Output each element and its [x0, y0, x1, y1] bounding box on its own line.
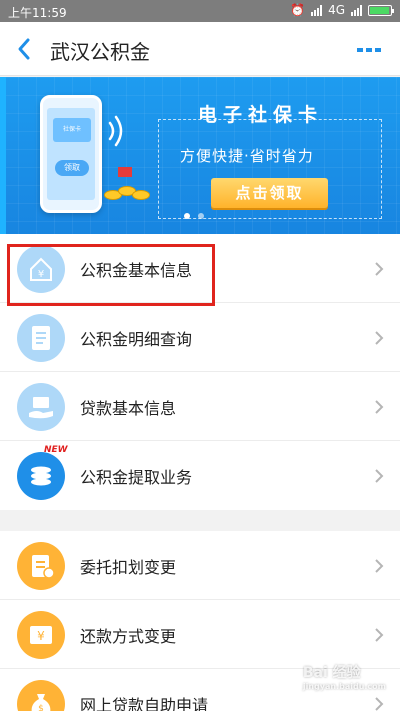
hand-money-icon [17, 383, 65, 431]
carousel-dot [198, 213, 204, 219]
nfc-waves-icon [108, 115, 123, 147]
svg-text:¥: ¥ [37, 629, 45, 643]
chevron-right-icon [375, 628, 384, 642]
chevron-right-icon [375, 559, 384, 573]
menu-item-label: 委托扣划变更 [80, 558, 177, 577]
chevron-right-icon [375, 469, 384, 483]
coins-illustration [104, 182, 152, 202]
coins-stack-icon [17, 452, 65, 500]
menu-item-fund-withdrawal[interactable]: NEW 公积金提取业务 [0, 441, 400, 510]
banner-title: 电子社保卡 [198, 104, 324, 126]
menu-item-loan-basic-info[interactable]: 贷款基本信息 [0, 372, 400, 441]
more-icon[interactable] [356, 40, 382, 60]
banner-subtitle: 方便快捷·省时省力 [180, 147, 314, 165]
nav-bar: 武汉公积金 [0, 22, 400, 76]
chevron-right-icon [375, 331, 384, 345]
signal-icon [311, 4, 323, 16]
yuan-card-icon: ¥ [17, 611, 65, 659]
status-bar: 上午11:59 ⏰ 4G [0, 0, 400, 22]
chevron-right-icon [375, 697, 384, 711]
menu-item-fund-detail-query[interactable]: 公积金明细查询 [0, 303, 400, 372]
menu-item-label: 公积金明细查询 [80, 330, 193, 349]
banner-edge-stripe [0, 77, 6, 234]
baidu-watermark: Bai 经验 jingyan.baidu.com [302, 665, 386, 691]
carousel-dot-active [184, 213, 190, 219]
carousel-dots [184, 213, 204, 219]
medical-kit-illustration [118, 167, 132, 177]
form-edit-icon [17, 542, 65, 590]
phone-card: 社保卡 [53, 118, 91, 142]
status-time: 上午11:59 [8, 6, 67, 20]
highlight-box [7, 244, 215, 306]
menu-item-label: 还款方式变更 [80, 627, 177, 646]
document-icon [17, 314, 65, 362]
back-arrow-icon[interactable] [12, 34, 40, 64]
menu-item-label: 公积金提取业务 [80, 468, 193, 487]
chevron-right-icon [375, 262, 384, 276]
phone-button: 领取 [55, 160, 89, 176]
claim-button[interactable]: 点击领取 [211, 178, 328, 208]
menu-item-label: 贷款基本信息 [80, 399, 177, 418]
page-title: 武汉公积金 [50, 40, 150, 64]
menu-item-label: 网上贷款自助申请 [80, 696, 209, 711]
signal-icon-2 [351, 4, 362, 16]
menu-item-deduction-change[interactable]: 委托扣划变更 [0, 531, 400, 600]
network-type: 4G [328, 3, 345, 17]
phone-illustration: 社保卡 领取 [40, 95, 102, 213]
menu-item-repayment-change[interactable]: ¥ 还款方式变更 [0, 600, 400, 669]
status-icons: ⏰ 4G [290, 3, 394, 17]
svg-text:$: $ [38, 704, 44, 711]
new-badge: NEW [44, 445, 68, 455]
alarm-icon: ⏰ [290, 3, 306, 17]
money-bag-icon: $ [17, 680, 65, 711]
battery-icon [368, 4, 394, 16]
chevron-right-icon [375, 400, 384, 414]
